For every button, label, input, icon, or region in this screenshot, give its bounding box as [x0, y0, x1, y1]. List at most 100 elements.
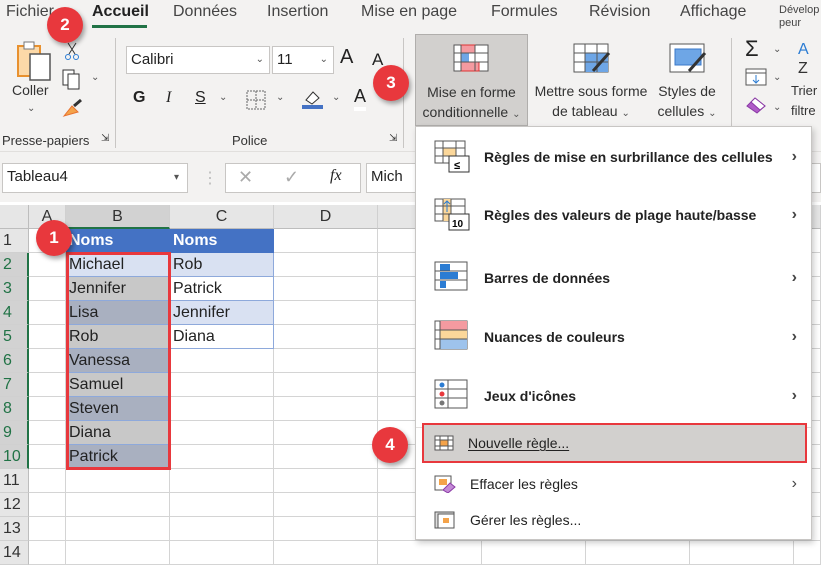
row-header[interactable]: 14	[0, 541, 29, 565]
column-header[interactable]: C	[170, 205, 274, 229]
row-header[interactable]: 7	[0, 373, 29, 397]
cell[interactable]	[66, 541, 170, 565]
tab-accueil[interactable]: Accueil	[92, 3, 149, 21]
chevron-down-icon[interactable]: ⌄	[91, 72, 99, 83]
cell[interactable]: Noms	[66, 229, 170, 253]
cell[interactable]	[170, 445, 274, 469]
cell[interactable]: Diana	[170, 325, 274, 349]
tab-donnees[interactable]: Données	[173, 3, 237, 21]
clear-icon[interactable]	[745, 96, 767, 114]
cell[interactable]: Jennifer	[170, 301, 274, 325]
grow-font-button[interactable]: A	[340, 46, 353, 69]
borders-icon[interactable]	[246, 90, 266, 110]
tab-formules[interactable]: Formules	[491, 3, 558, 21]
cell[interactable]	[274, 421, 378, 445]
cell[interactable]	[274, 277, 378, 301]
chevron-down-icon[interactable]: ⌄	[27, 103, 35, 114]
cell[interactable]	[274, 349, 378, 373]
name-box[interactable]: Tableau4 ▾	[2, 163, 188, 193]
cell[interactable]	[794, 541, 821, 565]
cell[interactable]	[274, 469, 378, 493]
font-name-select[interactable]: Calibri ⌄	[126, 46, 270, 74]
conditional-formatting-button[interactable]: Mise en forme conditionnelle ⌄	[415, 34, 528, 126]
cell-styles-icon[interactable]	[669, 43, 707, 75]
cell[interactable]	[29, 445, 66, 469]
cell[interactable]	[170, 349, 274, 373]
menu-item-data-bars[interactable]: Barres de données ›	[416, 252, 811, 304]
cell[interactable]	[378, 541, 482, 565]
cell[interactable]	[170, 421, 274, 445]
underline-button[interactable]: S	[195, 89, 206, 107]
menu-item-clear-rules[interactable]: Effacer les règles ›	[416, 472, 811, 496]
cell[interactable]	[29, 493, 66, 517]
italic-button[interactable]: I	[166, 89, 171, 107]
cell[interactable]	[274, 253, 378, 277]
cell[interactable]	[29, 541, 66, 565]
cell[interactable]	[170, 373, 274, 397]
chevron-down-icon[interactable]: ⌄	[219, 92, 227, 103]
paste-button[interactable]: Coller	[12, 80, 49, 100]
cell[interactable]	[29, 517, 66, 541]
cell[interactable]	[274, 397, 378, 421]
cell[interactable]: Noms	[170, 229, 274, 253]
cell[interactable]	[170, 397, 274, 421]
format-as-table-button[interactable]: Mettre sous forme de tableau ⌄	[528, 81, 654, 124]
fill-icon[interactable]	[745, 68, 767, 86]
row-header[interactable]: 3	[0, 277, 29, 301]
format-painter-icon[interactable]	[62, 98, 84, 118]
splitter-handle[interactable]: ⋮	[202, 168, 218, 188]
menu-item-highlight-rules[interactable]: ≤ Règles de mise en surbrillance des cell…	[416, 131, 811, 183]
cell[interactable]	[170, 517, 274, 541]
insert-function-button[interactable]: fx	[330, 167, 342, 185]
cell[interactable]	[29, 373, 66, 397]
row-header[interactable]: 6	[0, 349, 29, 373]
chevron-down-icon[interactable]: ⌄	[773, 72, 781, 83]
cell[interactable]	[170, 469, 274, 493]
select-all-button[interactable]	[0, 205, 29, 229]
format-as-table-icon[interactable]	[573, 43, 611, 75]
cell[interactable]	[29, 397, 66, 421]
row-header[interactable]: 4	[0, 301, 29, 325]
font-color-button[interactable]: A	[354, 86, 367, 111]
autosum-button[interactable]: Σ	[745, 36, 759, 62]
cell[interactable]	[66, 469, 170, 493]
menu-item-color-scales[interactable]: Nuances de couleurs ›	[416, 311, 811, 363]
cell[interactable]	[29, 277, 66, 301]
menu-item-new-rule[interactable]: Nouvelle règle...	[422, 423, 807, 463]
fill-color-icon[interactable]	[302, 88, 324, 110]
cell[interactable]	[274, 325, 378, 349]
cut-icon[interactable]	[64, 42, 80, 60]
cell[interactable]	[586, 541, 690, 565]
chevron-down-icon[interactable]: ⌄	[773, 44, 781, 55]
tab-mise-en-page[interactable]: Mise en page	[361, 3, 457, 21]
menu-item-top-bottom-rules[interactable]: 10 Règles des valeurs de plage haute/bass…	[416, 189, 811, 241]
cell[interactable]	[274, 373, 378, 397]
cell[interactable]	[29, 325, 66, 349]
tab-developpeur[interactable]: Développeur	[779, 4, 820, 30]
cell[interactable]	[170, 541, 274, 565]
cell[interactable]	[29, 253, 66, 277]
cell[interactable]	[66, 493, 170, 517]
sort-filter-button[interactable]: Trier filtre	[791, 81, 821, 121]
column-header[interactable]: B	[66, 205, 170, 229]
cell[interactable]: Rob	[170, 253, 274, 277]
sort-filter-icon[interactable]: AZ	[797, 40, 821, 76]
copy-icon[interactable]	[62, 69, 82, 91]
row-header[interactable]: 11	[0, 469, 29, 493]
row-header[interactable]: 12	[0, 493, 29, 517]
menu-item-icon-sets[interactable]: Jeux d'icônes ›	[416, 370, 811, 422]
chevron-down-icon[interactable]: ⌄	[773, 102, 781, 113]
cell-styles-button[interactable]: Styles de cellules ⌄	[654, 81, 720, 124]
tab-revision[interactable]: Révision	[589, 3, 650, 21]
cancel-icon[interactable]: ✕	[238, 167, 253, 188]
cell[interactable]	[29, 469, 66, 493]
row-header[interactable]: 9	[0, 421, 29, 445]
cell[interactable]	[274, 301, 378, 325]
bold-button[interactable]: G	[133, 89, 145, 107]
cell[interactable]	[29, 349, 66, 373]
row-header[interactable]: 5	[0, 325, 29, 349]
cell[interactable]	[690, 541, 794, 565]
font-size-select[interactable]: 11 ⌄	[272, 46, 334, 74]
cell[interactable]	[29, 421, 66, 445]
chevron-down-icon[interactable]: ⌄	[332, 92, 340, 103]
